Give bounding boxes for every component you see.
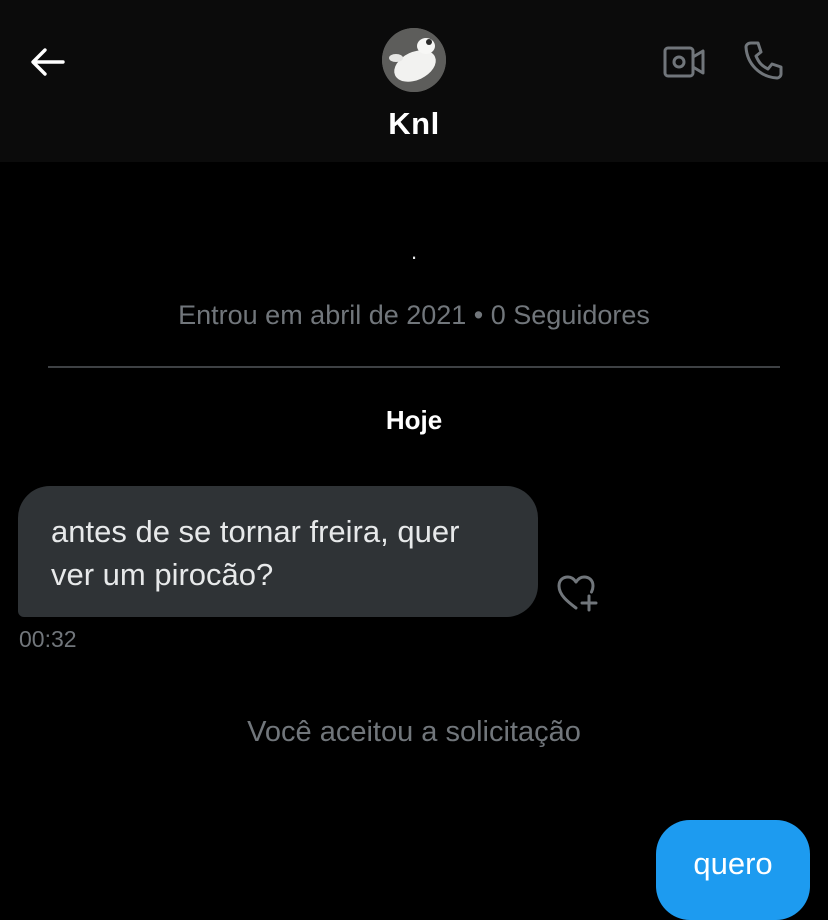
voice-call-button[interactable] xyxy=(742,38,786,82)
incoming-message-bubble[interactable]: antes de se tornar freira, quer ver um p… xyxy=(18,486,538,617)
profile-bio: · xyxy=(410,244,418,269)
date-separator: Hoje xyxy=(385,405,443,435)
heart-plus-icon xyxy=(557,575,598,612)
add-reaction-button[interactable] xyxy=(556,574,600,614)
message-timestamp: 00:32 xyxy=(19,626,77,652)
avatar[interactable] xyxy=(382,28,446,92)
divider xyxy=(48,366,780,368)
video-call-button[interactable] xyxy=(662,42,706,82)
system-notice: Você aceitou a solicitação xyxy=(247,716,581,748)
outgoing-message-bubble[interactable]: quero xyxy=(656,820,810,920)
conversation-header: Knl xyxy=(0,0,828,162)
phone-icon xyxy=(744,41,783,80)
video-camera-icon xyxy=(663,46,705,78)
back-button[interactable] xyxy=(28,42,68,82)
arrow-left-icon xyxy=(31,48,65,76)
contact-name[interactable]: Knl xyxy=(0,106,828,142)
profile-meta: Entrou em abril de 2021 • 0 Seguidores xyxy=(178,300,650,330)
